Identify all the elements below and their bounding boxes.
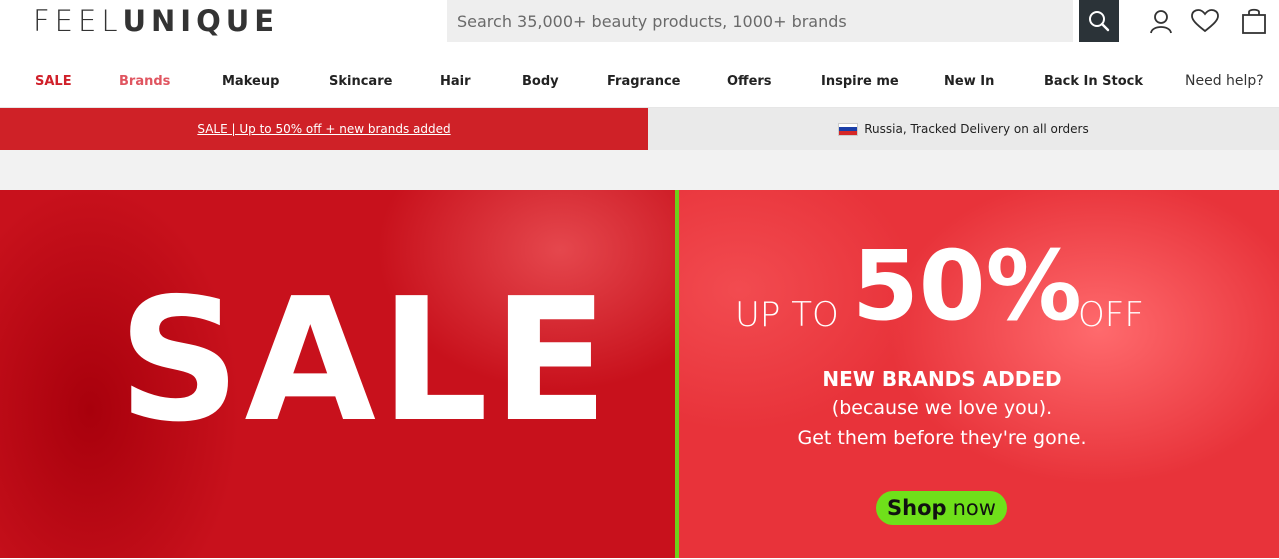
nav-item-sale[interactable]: SALE <box>35 74 72 89</box>
sale-banner-text: SALE | Up to 50% off + new brands added <box>197 122 451 136</box>
account-button[interactable] <box>1147 7 1175 35</box>
nav-item-new-in[interactable]: New In <box>944 74 994 89</box>
hero-percent: 50% <box>852 230 1082 342</box>
nav-item-fragrance[interactable]: Fragrance <box>607 74 681 89</box>
logo-part-unique: UNIQUE <box>122 4 280 38</box>
nav-item-hair[interactable]: Hair <box>440 74 471 89</box>
promo-strip: SALE | Up to 50% off + new brands added … <box>0 108 1279 150</box>
site-header: FEELUNIQUE <box>0 0 1279 58</box>
wishlist-heart-icon <box>1191 9 1219 33</box>
nav-item-makeup[interactable]: Makeup <box>222 74 279 89</box>
account-icon <box>1150 10 1172 34</box>
need-help-link[interactable]: Need help? <box>1185 73 1264 89</box>
spacer <box>0 150 1279 190</box>
search-input[interactable] <box>447 0 1073 42</box>
delivery-text: Russia, Tracked Delivery on all orders <box>864 122 1089 136</box>
nav-item-body[interactable]: Body <box>522 74 559 89</box>
russia-flag-icon <box>838 122 859 136</box>
shop-now-rest: now <box>952 496 996 520</box>
search-button[interactable] <box>1079 0 1119 42</box>
nav-item-brands[interactable]: Brands <box>119 74 170 89</box>
nav-item-inspire-me[interactable]: Inspire me <box>821 74 899 89</box>
logo-part-feel: FEEL <box>33 4 123 38</box>
hero-banner[interactable]: SALE UP TO 50% OFF NEW BRANDS ADDED (bec… <box>0 190 1279 558</box>
hero-off: OFF <box>1078 295 1144 335</box>
wishlist-button[interactable] <box>1191 7 1219 35</box>
shop-now-button[interactable]: Shop now <box>876 491 1007 525</box>
hero-subtext-2: Get them before they're gone. <box>797 427 1087 449</box>
main-nav: SALE Brands Makeup Skincare Hair Body Fr… <box>0 58 1279 108</box>
search-icon <box>1089 11 1110 32</box>
nav-item-back-in-stock[interactable]: Back In Stock <box>1044 74 1143 89</box>
search-box <box>447 0 1073 42</box>
hero-new-brands: NEW BRANDS ADDED <box>822 367 1062 391</box>
hero-up-to: UP TO <box>735 295 839 335</box>
nav-item-skincare[interactable]: Skincare <box>329 74 392 89</box>
basket-icon <box>1242 8 1266 34</box>
sale-banner-link[interactable]: SALE | Up to 50% off + new brands added <box>0 108 648 150</box>
basket-button[interactable] <box>1240 7 1268 35</box>
shop-now-bold: Shop <box>887 496 947 520</box>
delivery-info[interactable]: Russia, Tracked Delivery on all orders <box>648 108 1279 150</box>
hero-subtext-1: (because we love you). <box>831 397 1053 419</box>
logo[interactable]: FEELUNIQUE <box>33 4 279 38</box>
nav-item-offers[interactable]: Offers <box>727 74 772 89</box>
hero-sale-title: SALE <box>118 262 613 460</box>
